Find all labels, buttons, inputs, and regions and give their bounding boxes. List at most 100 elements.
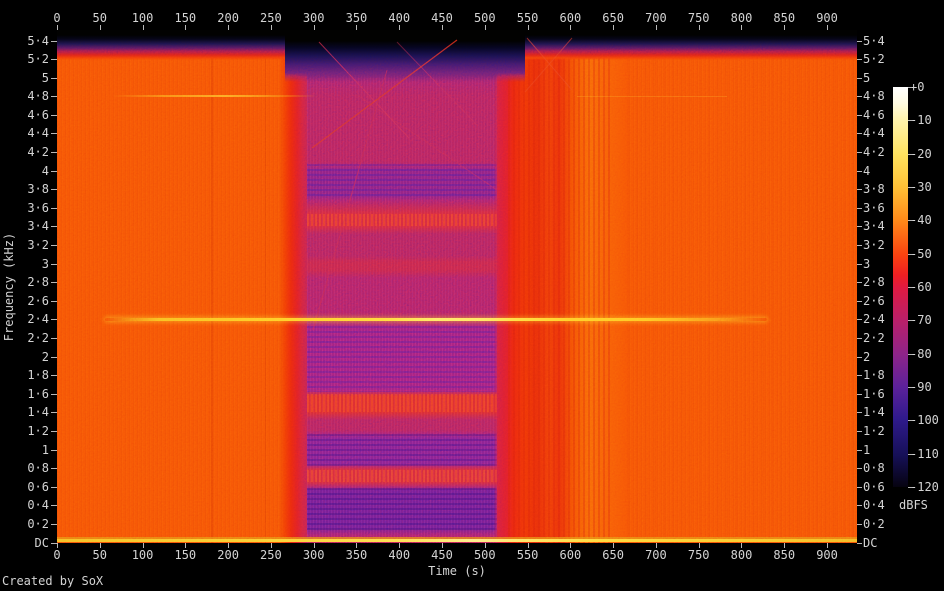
time-tick-label: 450 [431,11,453,25]
time-tick-mark [784,25,786,30]
freq-tick-label: 3·6 [27,200,49,215]
time-tick-mark [827,25,829,30]
freq-tick-mark [51,486,57,488]
time-tick-label: 900 [816,11,838,25]
time-tick-label: 700 [645,11,667,25]
freq-tick-label: 4·8 [27,89,49,104]
freq-tick-label: DC [34,535,49,550]
time-tick-label: 650 [602,548,624,562]
freq-tick-label: 5·4 [27,33,49,48]
time-tick-label: 750 [687,11,710,25]
freq-tick-mark [857,77,862,79]
time-tick-mark [613,543,615,548]
time-tick-mark [698,543,700,548]
time-tick-mark [613,25,615,30]
freq-tick-mark [51,114,57,116]
freq-tick-mark [51,468,57,470]
freq-tick-label: 2·2 [863,330,885,345]
time-tick-label: 450 [431,548,453,562]
freq-tick-mark [51,319,57,321]
dbfs-colorbar [893,87,908,487]
time-tick-mark [313,25,315,30]
freq-tick-mark [857,505,862,507]
freq-tick-label: 1·6 [863,386,885,401]
dbfs-tick-label: +0 [910,80,925,94]
time-tick-label: 750 [687,548,710,562]
time-tick-mark [228,543,230,548]
freq-tick-label: 3 [863,256,871,271]
time-tick-label: 700 [645,548,667,562]
time-tick-mark [655,25,657,30]
time-tick-mark [399,25,401,30]
sox-spectrogram-window: Time (s) Frequency (kHz) dBFS Created by… [0,0,944,591]
freq-tick-mark [51,59,57,61]
freq-tick-mark [51,412,57,414]
time-tick-label: 100 [131,548,154,562]
freq-tick-label: 1·6 [27,386,49,401]
freq-tick-mark [857,189,862,191]
freq-tick-mark [857,133,862,135]
freq-tick-label: DC [863,535,878,550]
freq-tick-mark [857,59,862,61]
time-tick-label: 900 [816,548,838,562]
freq-tick-label: 1·4 [863,405,885,420]
dbfs-tick-mark [908,186,912,188]
time-tick-label: 850 [773,548,796,562]
dbfs-tick-label: -30 [910,179,932,194]
created-by-sox-credit: Created by SoX [2,574,104,588]
freq-tick-label: 1·8 [863,368,885,383]
time-tick-label: 350 [345,11,368,25]
dbfs-tick-mark [908,386,912,388]
dbfs-tick-mark [908,220,912,222]
freq-tick-mark [857,96,862,98]
freq-tick-mark [857,319,862,321]
freq-tick-mark [857,282,862,284]
freq-tick-label: 5·2 [863,52,885,67]
freq-tick-label: 4·4 [863,126,885,141]
colorbar-unit-label: dBFS [899,498,928,512]
freq-tick-label: 0·8 [27,461,49,476]
dbfs-tick-mark [908,420,912,422]
freq-tick-label: 3·8 [863,182,885,197]
freq-tick-mark [51,189,57,191]
dbfs-tick-label: -70 [910,313,932,328]
freq-tick-label: 3·2 [863,238,885,253]
freq-tick-label: 1 [41,442,49,457]
time-tick-label: 350 [345,548,368,562]
freq-tick-label: 0·8 [863,461,885,476]
time-tick-mark [784,543,786,548]
freq-tick-mark [857,375,862,377]
freq-tick-label: 0·6 [27,479,49,494]
dbfs-tick-label: -60 [910,279,932,294]
time-tick-label: 650 [602,11,624,25]
freq-tick-mark [51,245,57,247]
time-tick-mark [228,25,230,30]
time-tick-label: 250 [260,548,282,562]
time-tick-label: 150 [174,11,197,25]
freq-tick-mark [51,133,57,135]
time-tick-label: 400 [388,11,411,25]
time-tick-mark [527,543,529,548]
time-tick-mark [356,25,358,30]
freq-tick-mark [51,356,57,358]
dbfs-tick-label: -80 [910,346,932,361]
time-tick-label: 50 [92,11,107,25]
time-tick-mark [57,25,58,30]
time-tick-mark [570,543,572,548]
freq-tick-mark [51,375,57,377]
dbfs-tick-mark [908,286,912,288]
freq-tick-mark [857,393,862,395]
freq-tick-mark [51,393,57,395]
dbfs-tick-mark [908,353,912,355]
freq-tick-label: 3·6 [863,200,885,215]
dbfs-tick-mark [908,87,912,88]
freq-tick-label: 2·4 [863,312,885,327]
time-tick-mark [570,25,572,30]
time-tick-mark [655,543,657,548]
time-tick-label: 550 [516,548,539,562]
speckle-noise-dark [57,30,857,543]
freq-tick-mark [857,523,862,525]
freq-tick-mark [51,430,57,432]
time-tick-mark [185,543,187,548]
freq-tick-mark [857,430,862,432]
